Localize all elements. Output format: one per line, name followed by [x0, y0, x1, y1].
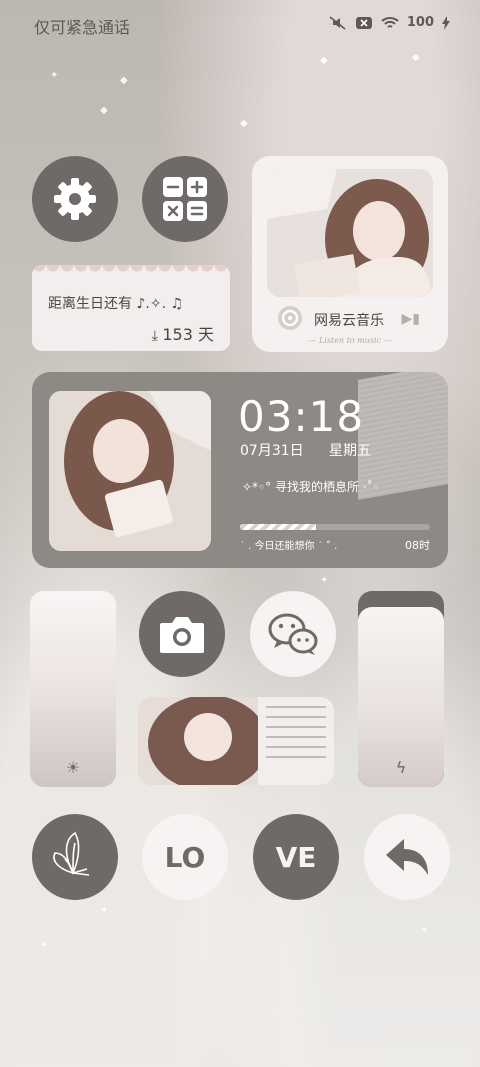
- music-app-name: 网易云音乐: [314, 313, 384, 329]
- download-icon: ⤓: [151, 328, 163, 344]
- music-subtitle: --- Listen to music ---: [308, 336, 392, 345]
- brightness-slider[interactable]: ☀: [30, 591, 116, 787]
- calculator-icon: [163, 177, 207, 221]
- clock-hours: 08时: [405, 539, 430, 552]
- butterfly-icon: [53, 831, 90, 876]
- clock-photo: [49, 391, 211, 551]
- clock-quote: ✧*◦° 寻找我的栖息所 ·˚◦: [242, 480, 380, 494]
- wifi-icon: [381, 16, 399, 28]
- no-sim-icon: [355, 16, 372, 29]
- days-count: 153: [162, 325, 193, 344]
- album-art: [267, 169, 433, 297]
- love-ve-text: VE: [275, 840, 317, 874]
- sun-icon: ☀: [65, 758, 81, 777]
- power-slider[interactable]: ϟ: [358, 591, 444, 787]
- clock-date: 07月31日: [240, 443, 304, 459]
- clock-widget[interactable]: 03:18 07月31日 星期五 ✧*◦° 寻找我的栖息所 ·˚◦ ˙ . 今日…: [32, 372, 448, 568]
- camera-icon: [160, 617, 204, 653]
- gear-icon: [54, 178, 96, 220]
- love-lo-text: LO: [164, 840, 206, 874]
- back-button[interactable]: [364, 814, 450, 900]
- birthday-days: ⤓ 153 天: [152, 321, 214, 345]
- birthday-countdown-widget[interactable]: 距离生日还有 ♪.✧. ♫ ⤓ 153 天: [32, 265, 230, 351]
- girl-portrait-illustration: [138, 697, 334, 785]
- photo-widget[interactable]: [138, 697, 334, 785]
- calculator-button[interactable]: [142, 156, 228, 242]
- settings-button[interactable]: [32, 156, 118, 242]
- love-ve-button[interactable]: VE: [253, 814, 339, 900]
- charging-icon: [442, 15, 450, 30]
- lace-decoration: [32, 265, 230, 279]
- back-arrow-icon: [386, 839, 428, 875]
- wechat-button[interactable]: [250, 591, 336, 677]
- lightning-icon: ϟ: [395, 758, 407, 777]
- carrier-text: 仅可紧急通话: [34, 18, 131, 37]
- camera-button[interactable]: [139, 591, 225, 677]
- girl-illustration: [267, 169, 433, 297]
- clock-time: 03:18: [238, 392, 365, 441]
- status-bar: 仅可紧急通话 100: [0, 0, 480, 48]
- days-unit: 天: [197, 325, 214, 344]
- day-progress-fill: [240, 524, 316, 530]
- love-lo-button[interactable]: LO: [142, 814, 228, 900]
- music-widget[interactable]: 网易云音乐 ▶▮ --- Listen to music ---: [252, 156, 448, 352]
- day-progress-bar: [240, 524, 430, 530]
- girl-reading-illustration: [49, 391, 211, 551]
- birthday-label: 距离生日还有 ♪.✧. ♫: [48, 296, 184, 312]
- clock-footer-text: ˙ . 今日还能想你 ˙ ˚ .: [240, 541, 338, 552]
- clock-weekday: 星期五: [329, 443, 371, 459]
- mute-icon: [329, 15, 346, 30]
- wechat-icon: [268, 613, 318, 655]
- status-icons: 100: [329, 15, 450, 30]
- play-next-icon[interactable]: ▶▮: [402, 311, 420, 327]
- butterfly-button[interactable]: [32, 814, 118, 900]
- netease-music-logo: [278, 306, 302, 330]
- battery-level: 100: [406, 15, 434, 30]
